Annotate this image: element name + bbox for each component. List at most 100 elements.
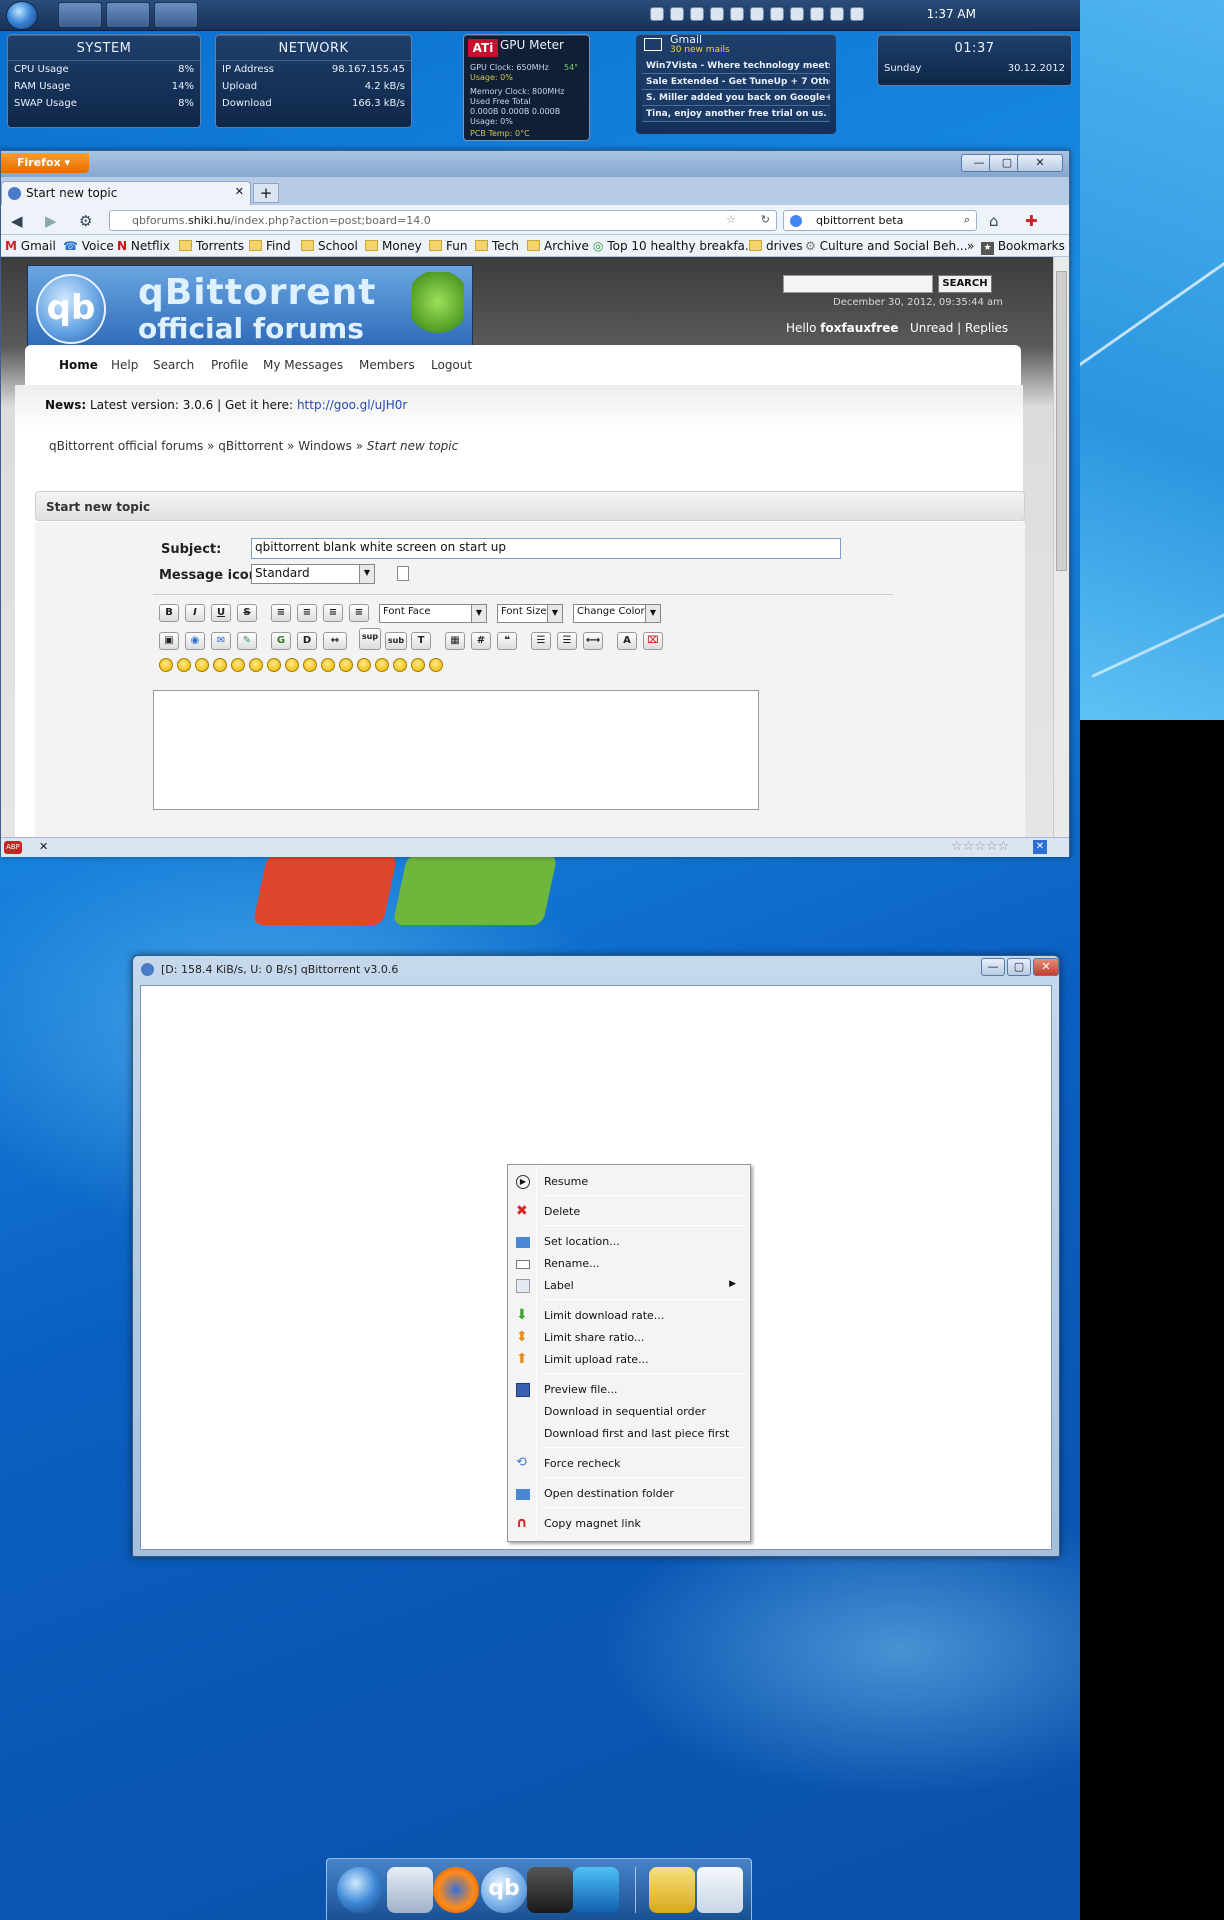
vertical-scrollbar[interactable] [1053, 257, 1069, 837]
start-orb-icon[interactable] [337, 1867, 383, 1913]
teletype-button[interactable]: T [411, 632, 431, 650]
scrollbar-thumb[interactable] [1056, 271, 1067, 571]
bookmark-folder[interactable]: Torrents [179, 239, 244, 253]
desktop-tray-icon[interactable] [670, 7, 684, 21]
close-button[interactable]: ✕ [1017, 154, 1063, 172]
flash-icon[interactable]: ▣ [159, 632, 179, 650]
bookmark-folder[interactable]: drives [749, 239, 803, 253]
breadcrumb-item[interactable]: Windows [298, 439, 352, 453]
steam-icon[interactable] [527, 1867, 573, 1913]
italic-button[interactable]: I [185, 604, 205, 622]
justify-icon[interactable]: ≡ [349, 604, 369, 622]
change-color-select[interactable]: Change Color ▼ [573, 604, 661, 623]
taskbar-firefox-button[interactable] [106, 2, 150, 28]
flag-tray-icon[interactable] [770, 7, 784, 21]
cheesy-icon[interactable] [195, 658, 209, 672]
image-icon[interactable]: ◉ [185, 632, 205, 650]
sad-icon[interactable] [249, 658, 263, 672]
bookmark-netflix[interactable]: N Netflix [117, 239, 170, 253]
nav-logout[interactable]: Logout [431, 358, 472, 372]
font-size-select[interactable]: Font Size ▼ [497, 604, 563, 623]
back-icon[interactable]: ◀ [11, 212, 23, 230]
lips-sealed-icon[interactable] [375, 658, 389, 672]
menu-item-resume[interactable]: ▶ Resume [510, 1172, 748, 1192]
bookmark-folder[interactable]: School [301, 239, 358, 253]
close-button[interactable]: ✕ [1033, 958, 1059, 976]
nav-help[interactable]: Help [111, 358, 138, 372]
bookmark-folder[interactable]: Find [249, 239, 291, 253]
bookmarks-overflow-button[interactable]: » [967, 239, 974, 253]
align-center-icon[interactable]: ≡ [297, 604, 317, 622]
close-icon[interactable]: ✕ [39, 840, 48, 853]
volume-tray-icon[interactable] [850, 7, 864, 21]
mail-item[interactable]: Win7Vista - Where technology meets p... [642, 59, 830, 74]
bold-button[interactable]: B [159, 604, 179, 622]
numbered-list-icon[interactable]: ☰ [557, 632, 577, 650]
minimize-button[interactable]: — [981, 958, 1005, 976]
site-identity-icon[interactable]: ⚙ [79, 212, 92, 230]
breadcrumb-item[interactable]: qBittorrent official forums [49, 439, 203, 453]
embarrassed-icon[interactable] [357, 658, 371, 672]
font-face-select[interactable]: Font Face ▼ [379, 604, 487, 623]
menu-item-sequential-download[interactable]: Download in sequential order [510, 1402, 748, 1422]
news-link[interactable]: http://goo.gl/uJH0r [297, 398, 407, 412]
message-icon-select[interactable]: Standard ▼ [251, 564, 375, 584]
search-icon[interactable]: ⌕ [964, 213, 970, 227]
nav-profile[interactable]: Profile [211, 358, 248, 372]
taskbar-qbittorrent-button[interactable] [58, 2, 102, 28]
bookmark-link[interactable]: ◎ Top 10 healthy breakfa... [593, 239, 756, 253]
forum-search-input[interactable] [783, 275, 933, 293]
move-button[interactable]: ↔ [323, 632, 347, 650]
bookmark-star-icon[interactable]: ☆ [726, 213, 736, 226]
hyperlink-icon[interactable]: ✉ [211, 632, 231, 650]
recycle-bin-icon[interactable] [697, 1867, 743, 1913]
tools-icon[interactable] [649, 1867, 695, 1913]
menu-item-copy-magnet[interactable]: ∩ Copy magnet link [510, 1514, 748, 1534]
adblock-icon[interactable]: ABP [4, 841, 22, 854]
shocked-icon[interactable] [267, 658, 281, 672]
url-input[interactable]: qbforums.shiki.hu/index.php?action=post;… [109, 210, 777, 231]
undecided-icon[interactable] [393, 658, 407, 672]
start-button[interactable] [6, 1, 38, 30]
code-icon[interactable]: # [471, 632, 491, 650]
horizontal-rule-icon[interactable]: ⟷ [583, 632, 603, 650]
bookmark-gmail[interactable]: M Gmail [5, 239, 56, 253]
subscript-button[interactable]: sub [385, 632, 407, 650]
home-icon[interactable]: ⌂ [989, 212, 999, 230]
huh-icon[interactable] [303, 658, 317, 672]
strikethrough-button[interactable]: S [237, 604, 257, 622]
addon-icon[interactable]: ✚ [1025, 212, 1038, 230]
firefox-menu-button[interactable]: Firefox ▾ [1, 153, 89, 173]
menu-item-rename[interactable]: Rename... [510, 1254, 748, 1274]
underline-button[interactable]: U [211, 604, 231, 622]
mail-item[interactable]: Tina, enjoy another free trial on us. [642, 107, 830, 122]
bookmark-folder[interactable]: Money [365, 239, 422, 253]
bullet-list-icon[interactable]: ☰ [531, 632, 551, 650]
browser-tab[interactable]: Start new topic ✕ [1, 181, 251, 205]
breadcrumb-item[interactable]: qBittorrent [218, 439, 283, 453]
menu-item-limit-upload[interactable]: ⬆ Limit upload rate... [510, 1350, 748, 1370]
remove-format-icon[interactable]: ⌧ [643, 632, 663, 650]
replies-link[interactable]: Replies [965, 321, 1008, 335]
bookmarks-menu-button[interactable]: ★ Bookmarks [981, 239, 1065, 255]
power-tray-icon[interactable] [790, 7, 804, 21]
menu-item-open-folder[interactable]: Open destination folder [510, 1484, 748, 1504]
bookmark-link[interactable]: ⚙ Culture and Social Beh... [805, 239, 968, 253]
qbittorrent-tray-icon[interactable] [650, 7, 664, 21]
gadget-tray-icon[interactable] [690, 7, 704, 21]
wink-icon[interactable] [177, 658, 191, 672]
message-textarea[interactable] [153, 690, 759, 810]
glow-button[interactable]: G [271, 632, 291, 650]
rolleyes-icon[interactable] [321, 658, 335, 672]
menu-item-force-recheck[interactable]: ⟲ Force recheck [510, 1454, 748, 1474]
email-icon[interactable]: ✎ [237, 632, 257, 650]
tongue-icon[interactable] [339, 658, 353, 672]
nav-search[interactable]: Search [153, 358, 194, 372]
mail-item[interactable]: S. Miller added you back on Google+ [642, 91, 830, 106]
forward-icon[interactable]: ▶ [45, 212, 57, 230]
menu-item-label[interactable]: Label ▶ [510, 1276, 748, 1296]
kiss-icon[interactable] [411, 658, 425, 672]
align-right-icon[interactable]: ≡ [323, 604, 343, 622]
menu-item-limit-share-ratio[interactable]: ⬍ Limit share ratio... [510, 1328, 748, 1348]
qbittorrent-dock-icon[interactable]: qb [481, 1867, 527, 1913]
